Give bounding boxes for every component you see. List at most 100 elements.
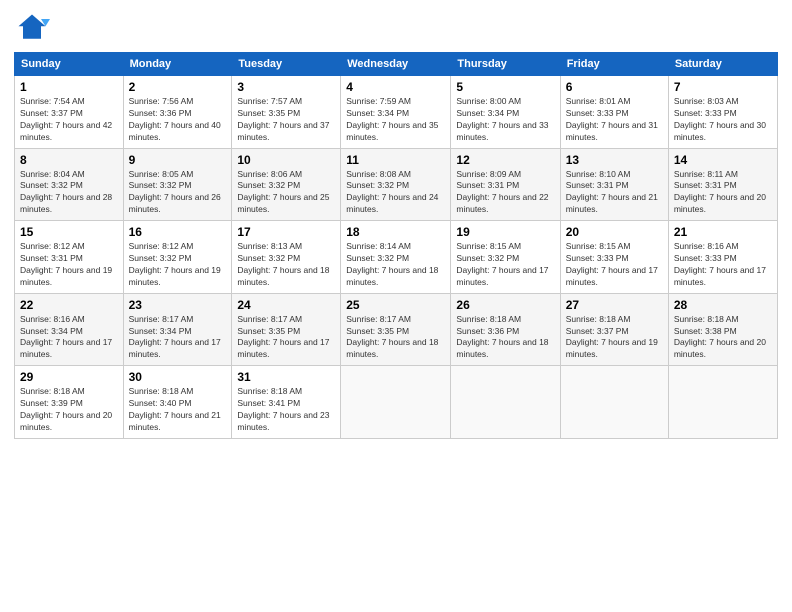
logo: [14, 10, 54, 46]
calendar-cell: 27 Sunrise: 8:18 AMSunset: 3:37 PMDaylig…: [560, 293, 668, 366]
calendar-cell: 19 Sunrise: 8:15 AMSunset: 3:32 PMDaylig…: [451, 221, 560, 294]
day-number: 9: [129, 153, 227, 167]
day-number: 2: [129, 80, 227, 94]
day-number: 27: [566, 298, 663, 312]
day-number: 14: [674, 153, 772, 167]
day-number: 18: [346, 225, 445, 239]
calendar-cell: 12 Sunrise: 8:09 AMSunset: 3:31 PMDaylig…: [451, 148, 560, 221]
calendar-cell: 14 Sunrise: 8:11 AMSunset: 3:31 PMDaylig…: [668, 148, 777, 221]
calendar-cell: 6 Sunrise: 8:01 AMSunset: 3:33 PMDayligh…: [560, 76, 668, 149]
calendar-cell: 10 Sunrise: 8:06 AMSunset: 3:32 PMDaylig…: [232, 148, 341, 221]
calendar-table: Sunday Monday Tuesday Wednesday Thursday…: [14, 52, 778, 439]
day-info: Sunrise: 8:18 AMSunset: 3:38 PMDaylight:…: [674, 314, 772, 362]
calendar-cell: 20 Sunrise: 8:15 AMSunset: 3:33 PMDaylig…: [560, 221, 668, 294]
page: Sunday Monday Tuesday Wednesday Thursday…: [0, 0, 792, 612]
day-info: Sunrise: 8:12 AMSunset: 3:31 PMDaylight:…: [20, 241, 118, 289]
day-info: Sunrise: 8:01 AMSunset: 3:33 PMDaylight:…: [566, 96, 663, 144]
day-number: 16: [129, 225, 227, 239]
day-number: 6: [566, 80, 663, 94]
calendar-cell: 25 Sunrise: 8:17 AMSunset: 3:35 PMDaylig…: [341, 293, 451, 366]
calendar-cell: 11 Sunrise: 8:08 AMSunset: 3:32 PMDaylig…: [341, 148, 451, 221]
calendar-cell: 30 Sunrise: 8:18 AMSunset: 3:40 PMDaylig…: [123, 366, 232, 439]
day-info: Sunrise: 8:15 AMSunset: 3:33 PMDaylight:…: [566, 241, 663, 289]
day-number: 3: [237, 80, 335, 94]
calendar-cell: 1 Sunrise: 7:54 AMSunset: 3:37 PMDayligh…: [15, 76, 124, 149]
col-thursday: Thursday: [451, 53, 560, 76]
day-info: Sunrise: 8:18 AMSunset: 3:40 PMDaylight:…: [129, 386, 227, 434]
day-number: 5: [456, 80, 554, 94]
day-info: Sunrise: 8:13 AMSunset: 3:32 PMDaylight:…: [237, 241, 335, 289]
day-number: 7: [674, 80, 772, 94]
calendar-cell: 13 Sunrise: 8:10 AMSunset: 3:31 PMDaylig…: [560, 148, 668, 221]
calendar-cell: 24 Sunrise: 8:17 AMSunset: 3:35 PMDaylig…: [232, 293, 341, 366]
col-friday: Friday: [560, 53, 668, 76]
calendar-cell: 22 Sunrise: 8:16 AMSunset: 3:34 PMDaylig…: [15, 293, 124, 366]
day-number: 19: [456, 225, 554, 239]
day-number: 8: [20, 153, 118, 167]
day-info: Sunrise: 8:18 AMSunset: 3:37 PMDaylight:…: [566, 314, 663, 362]
day-number: 15: [20, 225, 118, 239]
day-number: 31: [237, 370, 335, 384]
calendar-row: 8 Sunrise: 8:04 AMSunset: 3:32 PMDayligh…: [15, 148, 778, 221]
calendar-cell: 3 Sunrise: 7:57 AMSunset: 3:35 PMDayligh…: [232, 76, 341, 149]
col-tuesday: Tuesday: [232, 53, 341, 76]
calendar-cell: 9 Sunrise: 8:05 AMSunset: 3:32 PMDayligh…: [123, 148, 232, 221]
logo-icon: [14, 10, 50, 46]
calendar-cell: 23 Sunrise: 8:17 AMSunset: 3:34 PMDaylig…: [123, 293, 232, 366]
day-number: 4: [346, 80, 445, 94]
day-number: 29: [20, 370, 118, 384]
day-number: 13: [566, 153, 663, 167]
calendar-row: 29 Sunrise: 8:18 AMSunset: 3:39 PMDaylig…: [15, 366, 778, 439]
calendar-row: 15 Sunrise: 8:12 AMSunset: 3:31 PMDaylig…: [15, 221, 778, 294]
col-saturday: Saturday: [668, 53, 777, 76]
day-number: 26: [456, 298, 554, 312]
day-info: Sunrise: 8:06 AMSunset: 3:32 PMDaylight:…: [237, 169, 335, 217]
day-number: 30: [129, 370, 227, 384]
day-number: 20: [566, 225, 663, 239]
col-wednesday: Wednesday: [341, 53, 451, 76]
day-number: 23: [129, 298, 227, 312]
day-info: Sunrise: 8:17 AMSunset: 3:34 PMDaylight:…: [129, 314, 227, 362]
day-info: Sunrise: 8:12 AMSunset: 3:32 PMDaylight:…: [129, 241, 227, 289]
day-number: 24: [237, 298, 335, 312]
day-info: Sunrise: 8:05 AMSunset: 3:32 PMDaylight:…: [129, 169, 227, 217]
day-info: Sunrise: 8:10 AMSunset: 3:31 PMDaylight:…: [566, 169, 663, 217]
calendar-cell: 21 Sunrise: 8:16 AMSunset: 3:33 PMDaylig…: [668, 221, 777, 294]
calendar-cell: 18 Sunrise: 8:14 AMSunset: 3:32 PMDaylig…: [341, 221, 451, 294]
calendar-cell: [668, 366, 777, 439]
calendar-row: 1 Sunrise: 7:54 AMSunset: 3:37 PMDayligh…: [15, 76, 778, 149]
day-info: Sunrise: 7:59 AMSunset: 3:34 PMDaylight:…: [346, 96, 445, 144]
calendar-cell: 31 Sunrise: 8:18 AMSunset: 3:41 PMDaylig…: [232, 366, 341, 439]
day-number: 25: [346, 298, 445, 312]
calendar-cell: [451, 366, 560, 439]
day-info: Sunrise: 8:16 AMSunset: 3:33 PMDaylight:…: [674, 241, 772, 289]
day-info: Sunrise: 7:56 AMSunset: 3:36 PMDaylight:…: [129, 96, 227, 144]
day-number: 17: [237, 225, 335, 239]
calendar-cell: 7 Sunrise: 8:03 AMSunset: 3:33 PMDayligh…: [668, 76, 777, 149]
day-number: 28: [674, 298, 772, 312]
day-number: 22: [20, 298, 118, 312]
day-number: 10: [237, 153, 335, 167]
col-monday: Monday: [123, 53, 232, 76]
day-info: Sunrise: 8:09 AMSunset: 3:31 PMDaylight:…: [456, 169, 554, 217]
day-number: 12: [456, 153, 554, 167]
calendar-cell: 4 Sunrise: 7:59 AMSunset: 3:34 PMDayligh…: [341, 76, 451, 149]
calendar-cell: 15 Sunrise: 8:12 AMSunset: 3:31 PMDaylig…: [15, 221, 124, 294]
calendar-cell: 17 Sunrise: 8:13 AMSunset: 3:32 PMDaylig…: [232, 221, 341, 294]
day-info: Sunrise: 8:15 AMSunset: 3:32 PMDaylight:…: [456, 241, 554, 289]
day-number: 11: [346, 153, 445, 167]
calendar-cell: 16 Sunrise: 8:12 AMSunset: 3:32 PMDaylig…: [123, 221, 232, 294]
header: [14, 10, 778, 46]
col-sunday: Sunday: [15, 53, 124, 76]
calendar-cell: 8 Sunrise: 8:04 AMSunset: 3:32 PMDayligh…: [15, 148, 124, 221]
calendar-header-row: Sunday Monday Tuesday Wednesday Thursday…: [15, 53, 778, 76]
calendar-cell: 5 Sunrise: 8:00 AMSunset: 3:34 PMDayligh…: [451, 76, 560, 149]
calendar-cell: 29 Sunrise: 8:18 AMSunset: 3:39 PMDaylig…: [15, 366, 124, 439]
calendar-cell: [341, 366, 451, 439]
day-number: 21: [674, 225, 772, 239]
calendar-cell: 26 Sunrise: 8:18 AMSunset: 3:36 PMDaylig…: [451, 293, 560, 366]
day-number: 1: [20, 80, 118, 94]
day-info: Sunrise: 8:14 AMSunset: 3:32 PMDaylight:…: [346, 241, 445, 289]
day-info: Sunrise: 8:16 AMSunset: 3:34 PMDaylight:…: [20, 314, 118, 362]
day-info: Sunrise: 7:54 AMSunset: 3:37 PMDaylight:…: [20, 96, 118, 144]
